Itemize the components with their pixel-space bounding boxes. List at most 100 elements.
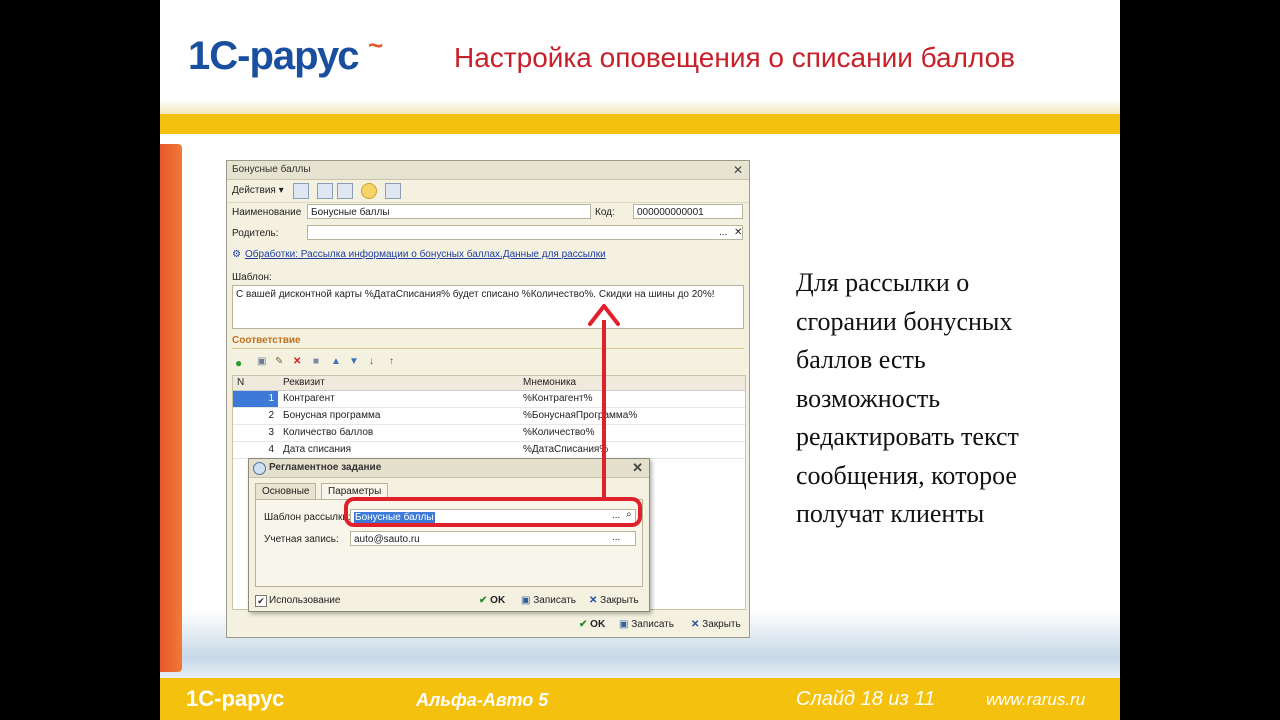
end-edit-icon[interactable]: ■ xyxy=(313,356,319,367)
header-shadow xyxy=(160,100,1120,114)
close-icon[interactable]: ✕ xyxy=(733,161,743,179)
processing-link[interactable]: Обработки: Рассылка информации о бонусны… xyxy=(245,249,606,260)
dialog-save-button[interactable]: ▣ Записать xyxy=(521,595,576,606)
copy-icon[interactable] xyxy=(337,183,353,199)
help-icon[interactable] xyxy=(361,183,377,199)
description-line: редактировать текст xyxy=(796,422,1019,451)
table-row[interactable]: 4 Дата списания %ДатаСписания% xyxy=(233,442,745,459)
account-field[interactable]: auto@sauto.ru xyxy=(350,531,636,546)
row-number: 2 xyxy=(268,410,274,421)
table-row[interactable]: 3 Количество баллов %Количество% xyxy=(233,425,745,442)
description-line: Для рассылки о xyxy=(796,268,970,297)
accent-strip xyxy=(160,144,182,672)
list-icon[interactable] xyxy=(385,183,401,199)
ok-icon: ✔ xyxy=(479,595,488,606)
refresh-icon[interactable] xyxy=(317,183,333,199)
table-header: N Реквизит Мнемоника xyxy=(233,376,745,391)
description-line: сообщения, которое xyxy=(796,460,1017,490)
mailing-template-label: Шаблон рассылки: xyxy=(264,512,351,523)
section-divider xyxy=(232,348,744,349)
window-title: Бонусные баллы xyxy=(232,164,311,175)
row-mnemonic: %ДатаСписания% xyxy=(523,444,609,455)
slide-title: Настройка оповещения о списании баллов xyxy=(454,42,1016,73)
dialog-titlebar: Регламентное задание ✕ xyxy=(249,459,649,478)
row-attribute: Бонусная программа xyxy=(283,410,381,421)
account-select-button[interactable]: ... xyxy=(612,532,620,543)
sort-asc-icon[interactable]: ↓ xyxy=(369,356,374,367)
row-attribute: Количество баллов xyxy=(283,427,374,438)
disk-icon: ▣ xyxy=(619,619,629,630)
move-down-icon[interactable]: ▼ xyxy=(349,356,359,367)
header-yellow-band xyxy=(160,114,1120,134)
save-button[interactable]: ▣ Записать xyxy=(619,619,674,630)
ok-label: OK xyxy=(590,619,606,630)
code-field[interactable]: 000000000001 xyxy=(633,204,743,219)
row-mnemonic: %Контрагент% xyxy=(523,393,593,404)
footer-logo: 1С-рарус xyxy=(186,686,285,711)
name-field[interactable]: Бонусные баллы xyxy=(307,204,591,219)
row-mnemonic: %Количество% xyxy=(523,427,595,438)
sort-desc-icon[interactable]: ↑ xyxy=(389,356,394,367)
column-header-n[interactable]: N xyxy=(237,376,244,390)
scheduled-task-dialog: Регламентное задание ✕ Основные Параметр… xyxy=(248,458,650,612)
usage-checkbox[interactable]: ✔ xyxy=(255,595,267,607)
slide-header: 1С-рарус ~ Настройка оповещения о списан… xyxy=(160,0,1120,104)
close-x-icon: ✕ xyxy=(691,619,700,630)
name-label: Наименование xyxy=(232,207,302,218)
window-titlebar: Бонусные баллы ✕ xyxy=(227,161,749,180)
mapping-section-title: Соответствие xyxy=(232,335,301,346)
row-attribute: Дата списания xyxy=(283,444,352,455)
table-row[interactable]: 2 Бонусная программа %БонуснаяПрограмма% xyxy=(233,408,745,425)
parent-label: Родитель: xyxy=(232,228,279,239)
slide-counter: Слайд 18 из 11 xyxy=(796,688,936,710)
slide: 1С-рарус ~ Настройка оповещения о списан… xyxy=(160,0,1120,720)
save-icon[interactable] xyxy=(293,183,309,199)
parent-select-button[interactable]: ... xyxy=(719,227,727,238)
row-number: 3 xyxy=(268,427,274,438)
code-label: Код: xyxy=(595,207,615,218)
footer-product: Альфа-Авто 5 xyxy=(416,690,549,710)
window-button-bar: ✔ OK ▣ Записать ✕ Закрыть xyxy=(227,615,749,637)
template-textarea[interactable]: С вашей дисконтной карты %ДатаСписания% … xyxy=(232,285,744,329)
parent-field[interactable] xyxy=(307,225,743,240)
close-button[interactable]: ✕ Закрыть xyxy=(691,619,741,630)
copy-row-icon[interactable]: ▣ xyxy=(257,356,266,367)
save-label: Записать xyxy=(533,595,576,606)
tab-main[interactable]: Основные xyxy=(255,483,317,499)
arrow-head xyxy=(588,304,620,326)
actions-menu[interactable]: Действия ▾ xyxy=(232,183,284,199)
edit-row-icon[interactable]: ✎ xyxy=(275,356,283,367)
arrow-shaft xyxy=(602,320,606,498)
dialog-title: Регламентное задание xyxy=(269,462,382,473)
dialog-ok-button[interactable]: ✔ OK xyxy=(479,595,505,606)
add-row-icon[interactable]: ● xyxy=(235,356,242,370)
clock-icon xyxy=(253,462,266,475)
column-header-attribute[interactable]: Реквизит xyxy=(283,376,325,390)
logo-swoosh-icon: ~ xyxy=(368,30,384,60)
column-header-mnemonic[interactable]: Мнемоника xyxy=(523,376,576,390)
row-number: 1 xyxy=(233,391,278,407)
row-number: 4 xyxy=(268,444,274,455)
description-line: получат клиенты xyxy=(796,499,985,528)
description-line: возможность xyxy=(796,383,941,413)
move-up-icon[interactable]: ▲ xyxy=(331,356,341,367)
parent-clear-icon[interactable]: ✕ xyxy=(734,227,742,238)
processing-icon: ⚙ xyxy=(232,249,241,260)
delete-row-icon[interactable]: ✕ xyxy=(293,356,301,367)
description-line: баллов есть xyxy=(796,345,926,374)
footer-url[interactable]: www.rarus.ru xyxy=(986,690,1085,710)
highlight-box xyxy=(344,497,642,527)
close-x-icon: ✕ xyxy=(589,595,598,606)
close-label: Закрыть xyxy=(600,595,639,606)
dialog-close-button[interactable]: ✕ Закрыть xyxy=(589,595,639,606)
ok-button[interactable]: ✔ OK xyxy=(579,619,605,630)
close-label: Закрыть xyxy=(702,619,741,630)
table-row[interactable]: 1 Контрагент %Контрагент% xyxy=(233,391,745,408)
disk-icon: ▣ xyxy=(521,595,531,606)
dialog-close-icon[interactable]: ✕ xyxy=(632,459,643,477)
rarus-logo: 1С-рарус xyxy=(188,34,360,78)
slide-footer: 1С-рарус Альфа-Авто 5 Слайд 18 из 11 www… xyxy=(160,678,1120,720)
account-label: Учетная запись: xyxy=(264,534,339,545)
row-mnemonic: %БонуснаяПрограмма% xyxy=(523,410,638,421)
save-label: Записать xyxy=(631,619,674,630)
